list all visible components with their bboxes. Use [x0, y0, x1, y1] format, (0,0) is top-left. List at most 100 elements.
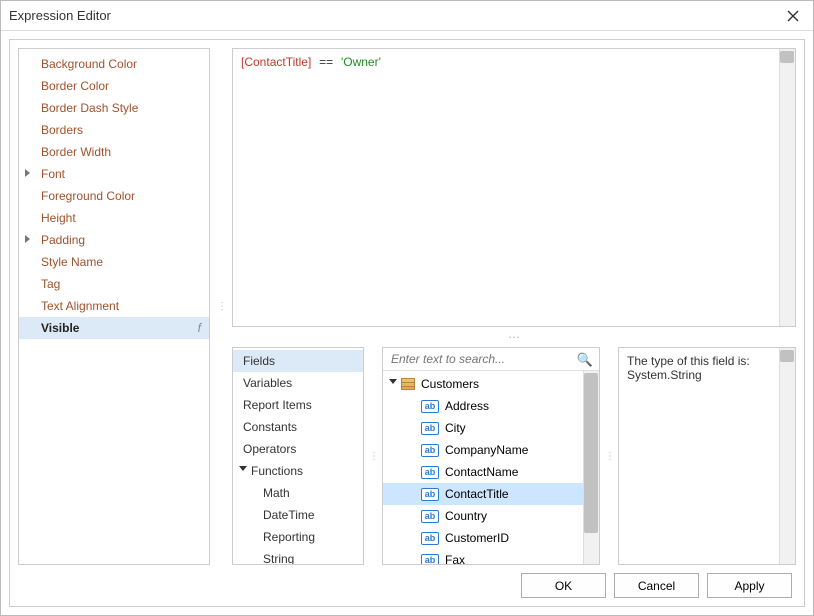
splitter-horizontal[interactable]: [232, 333, 796, 341]
splitter-desc[interactable]: [606, 347, 612, 565]
right-panel: [ContactTitle] == 'Owner' Fields Variable…: [232, 48, 796, 565]
property-label: Foreground Color: [41, 189, 135, 203]
field-item[interactable]: City: [383, 417, 583, 439]
category-item[interactable]: Report Items: [233, 394, 363, 416]
category-label: Constants: [243, 420, 297, 434]
string-field-icon: [421, 532, 439, 545]
string-field-icon: [421, 488, 439, 501]
property-label: Border Width: [41, 145, 111, 159]
chevron-down-icon[interactable]: [239, 466, 247, 471]
splitter-vertical[interactable]: [218, 48, 224, 565]
titlebar: Expression Editor: [1, 1, 813, 31]
field-item[interactable]: ContactTitle: [383, 483, 583, 505]
field-item[interactable]: Country: [383, 505, 583, 527]
search-input[interactable]: [383, 348, 599, 370]
field-item[interactable]: ContactName: [383, 461, 583, 483]
property-label: Height: [41, 211, 76, 225]
category-label: Fields: [243, 354, 275, 368]
expression-textarea[interactable]: [ContactTitle] == 'Owner': [232, 48, 796, 327]
footer: OK Cancel Apply: [18, 573, 796, 598]
field-item[interactable]: CustomerID: [383, 527, 583, 549]
editor-scrollbar[interactable]: [779, 49, 795, 326]
string-field-icon: [421, 510, 439, 523]
expr-field: ContactTitle: [244, 55, 308, 69]
category-subitem[interactable]: DateTime: [233, 504, 363, 526]
fields-root[interactable]: Customers: [383, 373, 583, 395]
chevron-right-icon[interactable]: [25, 169, 30, 177]
category-subitem[interactable]: Math: [233, 482, 363, 504]
category-item[interactable]: Variables: [233, 372, 363, 394]
category-subitem[interactable]: String: [233, 548, 363, 565]
field-label: Address: [445, 397, 489, 415]
field-item[interactable]: Address: [383, 395, 583, 417]
cancel-button[interactable]: Cancel: [614, 573, 699, 598]
search-row: 🔍: [383, 348, 599, 371]
description-panel: The type of this field is: System.String: [618, 347, 796, 565]
fields-root-label: Customers: [421, 375, 479, 393]
property-item[interactable]: Border Color: [19, 75, 209, 97]
field-label: ContactName: [445, 463, 518, 481]
field-label: City: [445, 419, 466, 437]
category-item[interactable]: Functions: [233, 460, 363, 482]
property-label: Border Dash Style: [41, 101, 138, 115]
close-button[interactable]: [781, 4, 805, 28]
splitter-cat[interactable]: [370, 347, 376, 565]
property-item[interactable]: Borders: [19, 119, 209, 141]
property-item[interactable]: Text Alignment: [19, 295, 209, 317]
chevron-right-icon[interactable]: [25, 235, 30, 243]
fields-scrollbar[interactable]: [583, 371, 599, 564]
fields-list: Customers Address City CompanyName ContactNa…: [383, 371, 599, 564]
description-line1: The type of this field is:: [627, 354, 775, 368]
field-label: ContactTitle: [445, 485, 509, 503]
property-item[interactable]: Foreground Color: [19, 185, 209, 207]
property-item[interactable]: Style Name: [19, 251, 209, 273]
cancel-label: Cancel: [638, 579, 675, 593]
field-label: Country: [445, 507, 487, 525]
apply-button[interactable]: Apply: [707, 573, 792, 598]
property-item[interactable]: Padding: [19, 229, 209, 251]
field-label: CompanyName: [445, 441, 528, 459]
editor-frame: Background Color Border Color Border Dash …: [9, 39, 805, 607]
property-label: Visible: [41, 321, 79, 335]
property-item[interactable]: Height: [19, 207, 209, 229]
property-label: Background Color: [41, 57, 137, 71]
property-item[interactable]: Background Color: [19, 53, 209, 75]
expr-operator: ==: [319, 55, 333, 69]
category-label: Report Items: [243, 398, 312, 412]
search-icon[interactable]: 🔍: [577, 352, 593, 368]
category-item[interactable]: Operators: [233, 438, 363, 460]
property-label: Font: [41, 167, 65, 181]
table-icon: [401, 378, 415, 390]
category-label: Operators: [243, 442, 296, 456]
property-label: Style Name: [41, 255, 103, 269]
string-field-icon: [421, 444, 439, 457]
string-field-icon: [421, 554, 439, 565]
description-line2: System.String: [627, 368, 775, 382]
categories-panel[interactable]: Fields Variables Report Items Constants Oper…: [232, 347, 364, 565]
property-label: Text Alignment: [41, 299, 119, 313]
property-item[interactable]: Tag: [19, 273, 209, 295]
field-label: CustomerID: [445, 529, 509, 547]
property-label: Tag: [41, 277, 60, 291]
properties-list[interactable]: Background Color Border Color Border Dash …: [18, 48, 210, 565]
category-subitem[interactable]: Reporting: [233, 526, 363, 548]
category-item[interactable]: Constants: [233, 416, 363, 438]
ok-label: OK: [555, 579, 572, 593]
category-item[interactable]: Fields: [233, 350, 363, 372]
fields-list-inner[interactable]: Customers Address City CompanyName ContactNa…: [383, 371, 583, 564]
category-label: Variables: [243, 376, 292, 390]
property-item[interactable]: Visible: [19, 317, 209, 339]
chevron-down-icon[interactable]: [389, 379, 397, 384]
string-field-icon: [421, 400, 439, 413]
property-item[interactable]: Border Dash Style: [19, 97, 209, 119]
field-item[interactable]: CompanyName: [383, 439, 583, 461]
property-item[interactable]: Border Width: [19, 141, 209, 163]
desc-scrollbar[interactable]: [779, 348, 795, 564]
property-label: Borders: [41, 123, 83, 137]
property-item[interactable]: Font: [19, 163, 209, 185]
field-item[interactable]: Fax: [383, 549, 583, 564]
bottom-row: Fields Variables Report Items Constants Oper…: [232, 347, 796, 565]
property-label: Padding: [41, 233, 85, 247]
property-label: Border Color: [41, 79, 109, 93]
ok-button[interactable]: OK: [521, 573, 606, 598]
